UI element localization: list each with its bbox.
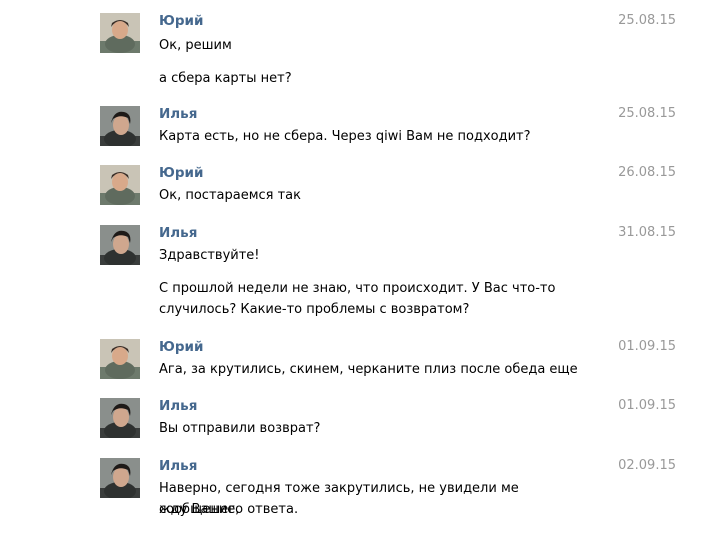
ilya-avatar[interactable] xyxy=(100,398,140,438)
message-text: Ок, решим xyxy=(159,38,232,53)
message-text: Ок, постараемся так xyxy=(159,188,302,203)
message-history: Юрий 25.08.15 Ок, решим а сбера карты не… xyxy=(0,0,718,545)
message-text: а сбера карты нет? xyxy=(159,71,292,86)
message-text: Карта есть, но не сбера. Через qiwi Вам … xyxy=(159,129,531,144)
message-date[interactable]: 01.09.15 xyxy=(618,339,676,355)
message-date[interactable]: 25.08.15 xyxy=(618,13,676,29)
yuri-avatar[interactable] xyxy=(100,165,140,205)
message-text: Ага, за крутились, скинем, черканите пли… xyxy=(159,362,578,377)
message-text: С прошлой недели не знаю, что происходит… xyxy=(159,281,556,296)
message-author[interactable]: Илья xyxy=(159,398,197,414)
ilya-avatar[interactable] xyxy=(100,106,140,146)
message-date[interactable]: 02.09.15 xyxy=(618,458,676,474)
message-date[interactable]: 31.08.15 xyxy=(618,225,676,241)
message-author[interactable]: Илья xyxy=(159,225,197,241)
message-text: Вы отправили возврат? xyxy=(159,421,321,436)
yuri-avatar[interactable] xyxy=(100,13,140,53)
message-date[interactable]: 25.08.15 xyxy=(618,106,676,122)
message-date[interactable]: 26.08.15 xyxy=(618,165,676,181)
message-author[interactable]: Юрий xyxy=(159,13,203,29)
message-author[interactable]: Илья xyxy=(159,458,197,474)
message-author[interactable]: Юрий xyxy=(159,165,203,181)
message-text: Здравствуйте! xyxy=(159,248,260,263)
message-date[interactable]: 01.09.15 xyxy=(618,398,676,414)
ilya-avatar[interactable] xyxy=(100,225,140,265)
message-text: жду Вашего ответа. xyxy=(159,502,299,517)
message-text: случилось? Какие-то проблемы с возвратом… xyxy=(159,302,470,317)
message-author[interactable]: Юрий xyxy=(159,339,203,355)
yuri-avatar[interactable] xyxy=(100,339,140,379)
message-author[interactable]: Илья xyxy=(159,106,197,122)
ilya-avatar[interactable] xyxy=(100,458,140,498)
